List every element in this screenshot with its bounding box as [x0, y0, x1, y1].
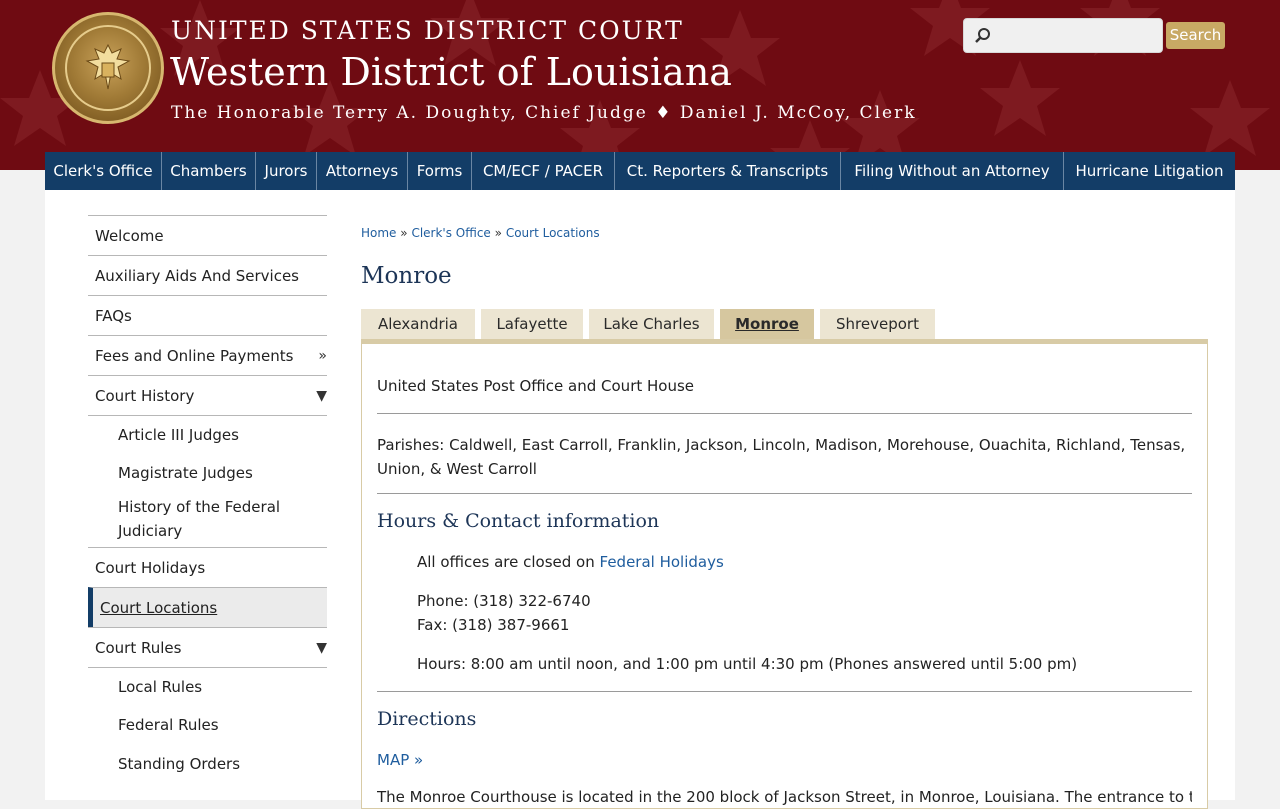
nav-item-court-reporters[interactable]: Ct. Reporters & Transcripts — [615, 152, 841, 190]
breadcrumb-separator: » — [494, 226, 502, 240]
tab-shreveport[interactable]: Shreveport — [820, 309, 935, 339]
search-button[interactable]: Search — [1166, 22, 1225, 49]
court-seal-icon[interactable] — [52, 12, 164, 124]
search-icon — [975, 28, 990, 43]
nav-item-attorneys[interactable]: Attorneys — [317, 152, 408, 190]
chevron-down-icon[interactable]: ▼ — [316, 628, 327, 668]
site-header: UNITED STATES DISTRICT COURT Western Dis… — [0, 0, 1280, 170]
building-name: United States Post Office and Court Hous… — [377, 377, 695, 395]
holiday-notice: All offices are closed on Federal Holida… — [417, 553, 724, 571]
map-link[interactable]: MAP » — [377, 751, 423, 769]
sidebar-item-magistrate-judges[interactable]: Magistrate Judges — [88, 454, 327, 493]
sidebar-item-federal-judiciary-history[interactable]: History of the Federal Judiciary — [88, 493, 327, 547]
nav-item-forms[interactable]: Forms — [408, 152, 472, 190]
phone-number: Phone: (318) 322-6740 — [417, 592, 591, 610]
nav-item-cmecf-pacer[interactable]: CM/ECF / PACER — [472, 152, 615, 190]
divider — [377, 493, 1192, 494]
breadcrumb: Home » Clerk's Office » Court Locations — [361, 226, 600, 240]
tab-monroe[interactable]: Monroe — [720, 309, 814, 339]
location-tabs: Alexandria Lafayette Lake Charles Monroe… — [361, 309, 941, 339]
nav-item-filing-without-attorney[interactable]: Filing Without an Attorney — [841, 152, 1064, 190]
nav-item-clerks-office[interactable]: Clerk's Office — [45, 152, 162, 190]
breadcrumb-clerks-office[interactable]: Clerk's Office — [411, 226, 490, 240]
tab-alexandria[interactable]: Alexandria — [361, 309, 475, 339]
tab-panel — [361, 339, 1208, 809]
sidebar-nav: Welcome Auxiliary Aids And Services FAQs… — [88, 215, 327, 784]
page-title: Monroe — [361, 263, 452, 289]
breadcrumb-court-locations[interactable]: Court Locations — [506, 226, 600, 240]
sidebar-item-court-holidays[interactable]: Court Holidays — [88, 547, 327, 587]
chevron-down-icon[interactable]: ▼ — [316, 376, 327, 416]
parishes-text: Parishes: Caldwell, East Carroll, Frankl… — [377, 436, 1186, 478]
breadcrumb-home[interactable]: Home — [361, 226, 396, 240]
federal-holidays-link[interactable]: Federal Holidays — [600, 553, 724, 571]
district-name[interactable]: Western District of Louisiana — [170, 50, 732, 94]
sidebar-item-article-iii-judges[interactable]: Article III Judges — [88, 415, 327, 454]
fax-number: Fax: (318) 387-9661 — [417, 616, 570, 634]
breadcrumb-separator: » — [400, 226, 408, 240]
judge-clerk-line: The Honorable Terry A. Doughty, Chief Ju… — [171, 103, 917, 123]
search-input[interactable] — [963, 18, 1163, 53]
chevron-right-icon[interactable]: » — [318, 336, 327, 376]
sidebar-item-court-locations[interactable]: Court Locations — [88, 587, 327, 627]
sidebar-item-standing-orders[interactable]: Standing Orders — [88, 745, 327, 784]
sidebar-item-auxiliary-aids[interactable]: Auxiliary Aids And Services — [88, 255, 327, 295]
divider — [377, 691, 1192, 692]
sidebar-item-court-rules[interactable]: Court Rules ▼ — [88, 627, 327, 667]
nav-item-chambers[interactable]: Chambers — [162, 152, 256, 190]
sidebar-item-local-rules[interactable]: Local Rules — [88, 667, 327, 706]
tab-lake-charles[interactable]: Lake Charles — [589, 309, 714, 339]
sidebar-item-faqs[interactable]: FAQs — [88, 295, 327, 335]
nav-item-jurors[interactable]: Jurors — [256, 152, 317, 190]
sidebar-item-welcome[interactable]: Welcome — [88, 215, 327, 255]
directions-text: The Monroe Courthouse is located in the … — [377, 788, 1192, 806]
hours-heading: Hours & Contact information — [377, 510, 660, 532]
nav-item-hurricane-litigation[interactable]: Hurricane Litigation — [1064, 152, 1235, 190]
main-nav: Clerk's Office Chambers Jurors Attorneys… — [45, 152, 1235, 190]
sidebar-item-fees-payments[interactable]: Fees and Online Payments» — [88, 335, 327, 375]
divider — [377, 413, 1192, 414]
office-hours: Hours: 8:00 am until noon, and 1:00 pm u… — [417, 655, 1078, 673]
court-name-line[interactable]: UNITED STATES DISTRICT COURT — [171, 16, 684, 45]
tab-lafayette[interactable]: Lafayette — [481, 309, 583, 339]
directions-heading: Directions — [377, 708, 477, 730]
sidebar-item-federal-rules[interactable]: Federal Rules — [88, 706, 327, 745]
sidebar-item-court-history[interactable]: Court History ▼ — [88, 375, 327, 415]
